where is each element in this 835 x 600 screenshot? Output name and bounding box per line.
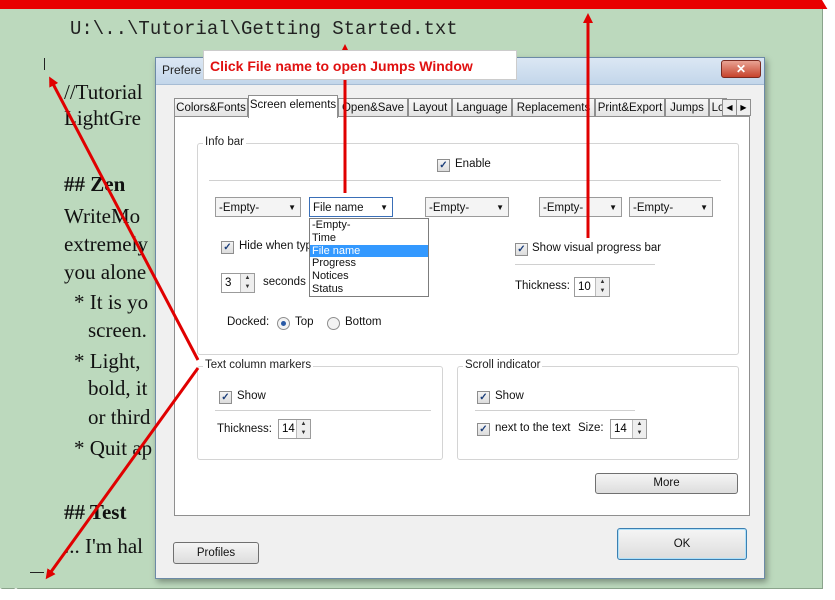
arrow-to-marker — [45, 367, 200, 580]
annotation-callout: Click File name to open Jumps Window — [203, 50, 517, 80]
arrow-to-caret — [49, 76, 200, 361]
screenshot: U:\..\Tutorial\Getting Started.txt //Tut… — [0, 0, 835, 600]
annotation-arrows — [45, 13, 593, 580]
